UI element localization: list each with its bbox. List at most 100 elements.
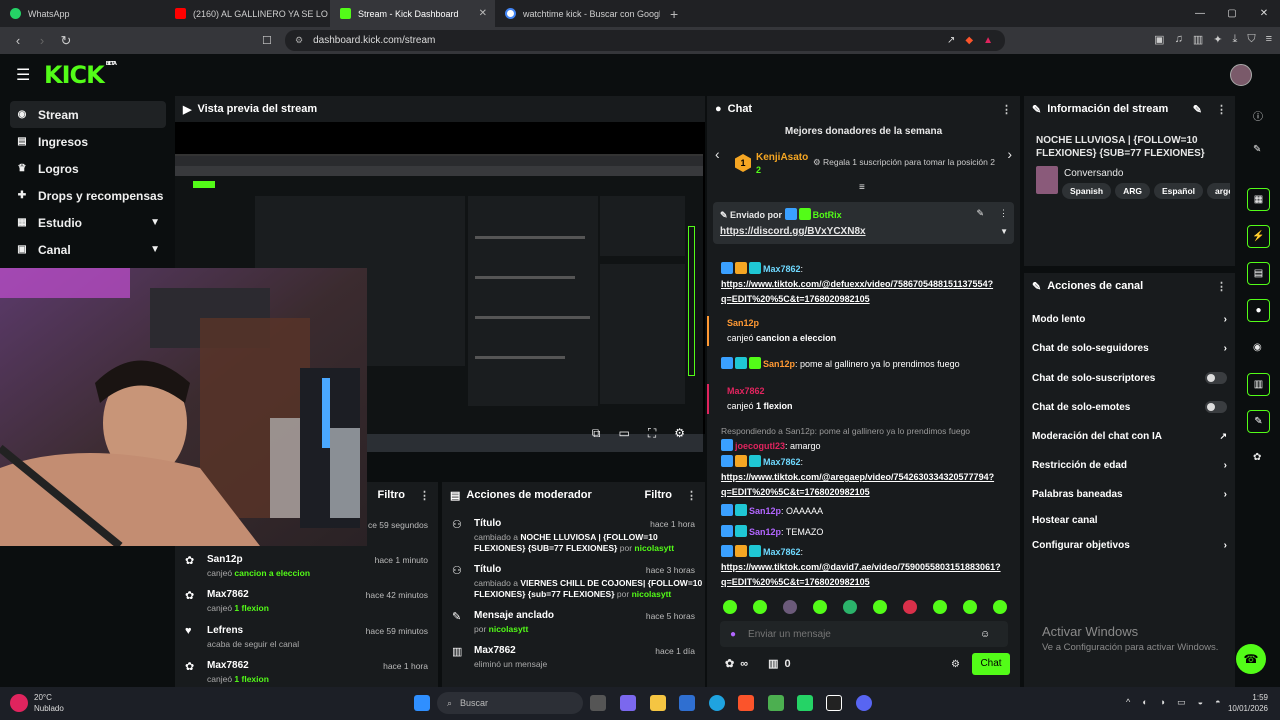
sidebar-item-stream[interactable]: ◉ Stream bbox=[10, 101, 166, 128]
tag[interactable]: ARG bbox=[1115, 183, 1150, 199]
chat-redeem-message[interactable]: Max7862 canjeó 1 flexion bbox=[707, 384, 987, 414]
more-options-icon[interactable]: ⋮ bbox=[686, 489, 697, 502]
sidebar-item-ingresos[interactable]: ▤ Ingresos bbox=[10, 128, 166, 155]
chevron-right-icon[interactable]: › bbox=[1007, 146, 1012, 162]
info-icon[interactable]: ⓘ bbox=[1253, 108, 1263, 123]
tag[interactable]: Spanish bbox=[1062, 183, 1112, 199]
sidebar-item-logros[interactable]: ♛ Logros bbox=[10, 155, 166, 182]
emote-icon[interactable] bbox=[783, 600, 797, 614]
preview-widget-button[interactable]: ▦ bbox=[1247, 188, 1270, 211]
wifi-icon[interactable]: ◒ bbox=[1198, 697, 1203, 708]
emote-icon[interactable] bbox=[993, 600, 1007, 614]
microphone-icon[interactable]: ● bbox=[730, 629, 736, 640]
weather-widget[interactable]: 20°C Nublado bbox=[10, 692, 64, 714]
download-icon[interactable]: ⤓ bbox=[1232, 33, 1237, 46]
settings-icon[interactable]: ⚙ bbox=[674, 426, 685, 441]
sidebar-icon[interactable]: ▥ bbox=[1193, 33, 1203, 46]
info-widget-button[interactable]: ✎ bbox=[1247, 410, 1270, 433]
moderator-link[interactable]: nicolasytt bbox=[489, 624, 529, 634]
action-goals[interactable]: Configurar objetivos › bbox=[1032, 540, 1227, 551]
browser-tab-google[interactable]: watchtime kick - Buscar con Google bbox=[495, 0, 660, 27]
app-icon[interactable] bbox=[768, 695, 784, 711]
channel-points-icon[interactable]: ✿ bbox=[1253, 452, 1261, 463]
brave-icon[interactable] bbox=[738, 695, 754, 711]
site-info-icon[interactable]: ⚙ bbox=[295, 35, 303, 46]
volume-icon[interactable]: ◑ bbox=[1160, 697, 1165, 708]
more-options-icon[interactable]: ⋮ bbox=[419, 489, 430, 502]
tag[interactable]: Español bbox=[1153, 183, 1204, 199]
capcut-icon[interactable] bbox=[826, 695, 842, 711]
theater-icon[interactable]: ▭ bbox=[618, 426, 629, 441]
action-host-channel[interactable]: Hostear canal bbox=[1032, 515, 1227, 526]
edge-icon[interactable] bbox=[709, 695, 725, 711]
chevron-down-icon[interactable]: ▼ bbox=[1000, 227, 1008, 236]
emote-icon[interactable] bbox=[723, 600, 737, 614]
menu-icon[interactable]: ≡ bbox=[1266, 33, 1272, 46]
edit-icon[interactable]: ✎ bbox=[1193, 103, 1202, 116]
taskbar-search[interactable]: ⌕ Buscar bbox=[437, 692, 583, 714]
store-icon[interactable] bbox=[679, 695, 695, 711]
network-icon[interactable]: ◐ bbox=[1142, 697, 1147, 708]
whatsapp-icon[interactable] bbox=[797, 695, 813, 711]
filter-button[interactable]: Filtro bbox=[378, 489, 406, 501]
emoji-icon[interactable]: ☺ bbox=[980, 629, 990, 640]
brave-rewards-icon[interactable]: ▲ bbox=[983, 35, 993, 46]
browser-tab-kick[interactable]: Stream - Kick Dashboard ✕ bbox=[330, 0, 495, 27]
file-explorer-icon[interactable] bbox=[650, 695, 666, 711]
moderator-link[interactable]: nicolasytt bbox=[632, 589, 672, 599]
fullscreen-icon[interactable]: ⛶ bbox=[648, 426, 656, 441]
emotes-only-toggle[interactable] bbox=[1205, 401, 1227, 413]
close-window-button[interactable]: ✕ bbox=[1248, 0, 1280, 27]
mod-widget-button[interactable]: ▥ bbox=[1247, 373, 1270, 396]
speaker-icon[interactable]: ◓ bbox=[1215, 697, 1220, 708]
share-icon[interactable]: ↗ bbox=[947, 35, 955, 46]
action-age-restriction[interactable]: Restricción de edad › bbox=[1032, 460, 1227, 471]
minimize-button[interactable]: — bbox=[1184, 0, 1216, 27]
chat-message[interactable]: Max7862: https://www.tiktok.com/@david7.… bbox=[721, 545, 1001, 590]
chat-message[interactable]: Max7862: https://www.tiktok.com/@aregaep… bbox=[721, 455, 1001, 500]
reload-button[interactable]: ↻ bbox=[56, 33, 76, 49]
send-chat-button[interactable]: Chat bbox=[972, 653, 1010, 675]
chat-input[interactable] bbox=[748, 628, 969, 640]
action-ai-moderation[interactable]: Moderación del chat con IA ↗ bbox=[1032, 431, 1227, 442]
pinned-link[interactable]: https://discord.gg/BVxYCXN8x bbox=[720, 226, 866, 237]
chat-message[interactable]: San12p: OAAAAA bbox=[721, 504, 1001, 519]
emote-icon[interactable] bbox=[873, 600, 887, 614]
emote-icon[interactable] bbox=[903, 600, 917, 614]
clock[interactable]: 1:59 10/01/2026 bbox=[1228, 692, 1268, 714]
chat-message[interactable]: San12p: TEMAZO bbox=[721, 525, 1001, 540]
sidebar-item-drops[interactable]: ✚ Drops y recompensas bbox=[10, 182, 166, 209]
battery-icon[interactable]: ▭ bbox=[1177, 697, 1186, 708]
channel-points[interactable]: ✿ ∞ ▥ 0 bbox=[725, 657, 791, 671]
action-slow-mode[interactable]: Modo lento › bbox=[1032, 314, 1227, 325]
address-bar[interactable]: ⚙ dashboard.kick.com/stream ↗ ◆ ▲ bbox=[285, 30, 1005, 51]
chat-settings-icon[interactable]: ⚙ bbox=[951, 659, 960, 670]
discord-icon[interactable] bbox=[856, 695, 872, 711]
maximize-button[interactable]: ▢ bbox=[1216, 0, 1248, 27]
moderator-link[interactable]: nicolasytt bbox=[634, 543, 674, 553]
sidebar-item-estudio[interactable]: ▦ Estudio ▼ bbox=[10, 209, 166, 236]
chevron-up-icon[interactable]: ^ bbox=[1126, 697, 1130, 708]
brave-shields-icon[interactable]: ◆ bbox=[965, 35, 973, 46]
emote-icon[interactable] bbox=[813, 600, 827, 614]
support-button[interactable]: ☎ bbox=[1236, 644, 1266, 674]
start-icon[interactable] bbox=[414, 695, 430, 711]
activity-widget-button[interactable]: ▤ bbox=[1247, 262, 1270, 285]
extensions-icon[interactable]: ✦ bbox=[1213, 33, 1222, 46]
emote-icon[interactable] bbox=[753, 600, 767, 614]
chat-reply-message[interactable]: Respondiendo a San12p: pome al gallinero… bbox=[721, 424, 1016, 454]
filter-button[interactable]: Filtro bbox=[645, 489, 673, 501]
category-name[interactable]: Conversando bbox=[1064, 168, 1123, 179]
more-options-icon[interactable]: ⋮ bbox=[1001, 103, 1012, 116]
bookmark-icon[interactable]: ☐ bbox=[262, 34, 272, 47]
new-tab-button[interactable]: + bbox=[660, 6, 688, 22]
user-avatar[interactable] bbox=[1230, 64, 1252, 86]
action-banned-words[interactable]: Palabras baneadas › bbox=[1032, 489, 1227, 500]
close-tab-icon[interactable]: ✕ bbox=[479, 8, 487, 19]
back-button[interactable]: ‹ bbox=[8, 33, 28, 48]
popout-icon[interactable]: ⧉ bbox=[592, 426, 601, 441]
chat-redeem-message[interactable]: San12p canjeó cancion a eleccion bbox=[707, 316, 987, 346]
action-followers-only[interactable]: Chat de solo-seguidores › bbox=[1032, 343, 1227, 354]
chat-widget-button[interactable]: ● bbox=[1247, 299, 1270, 322]
subscribers-only-toggle[interactable] bbox=[1205, 372, 1227, 384]
